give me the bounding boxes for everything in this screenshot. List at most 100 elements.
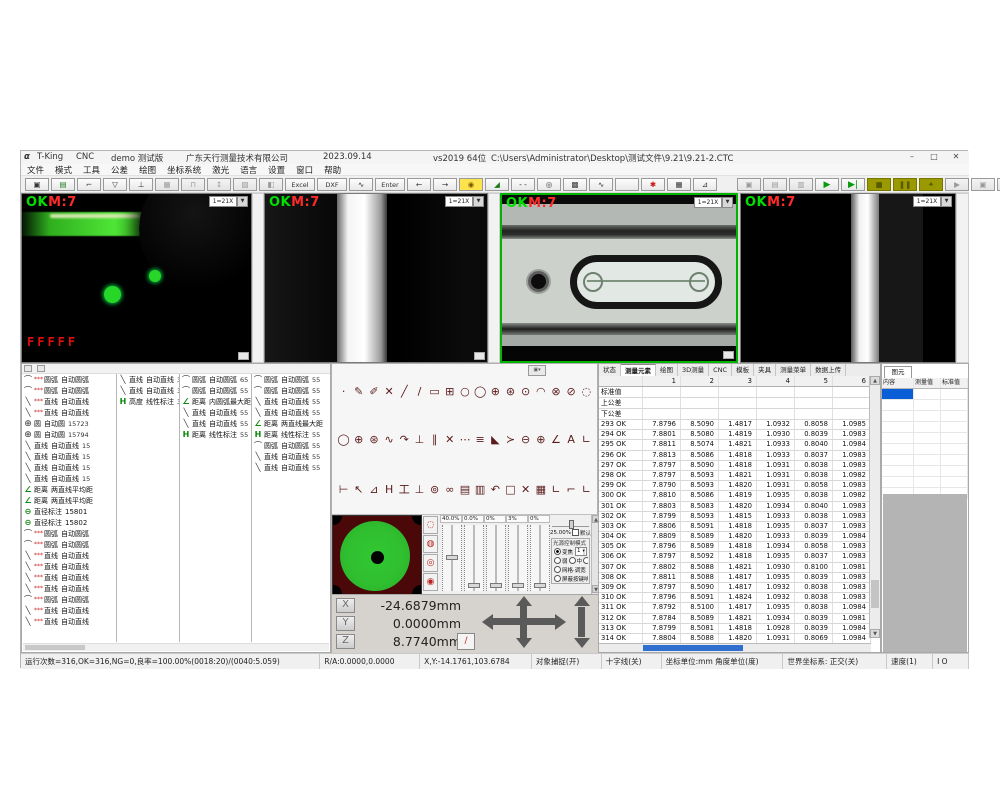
list-item[interactable]: H距离线性标注55 [252, 429, 331, 440]
tab-CNC[interactable]: CNC [709, 364, 732, 376]
list-item[interactable]: ╲直线自动直线15 [22, 473, 116, 484]
measure-tool-icon[interactable]: ↶ [488, 483, 503, 496]
table-row[interactable]: 301 OK7.88038.50831.48201.09340.80401.09… [599, 502, 871, 512]
measure-tool-icon[interactable]: ⊿ [366, 483, 381, 496]
list-item[interactable]: ╲直线自动直线15 [22, 440, 116, 451]
measure-tool-icon[interactable]: H [382, 483, 397, 496]
chart-button[interactable]: ⊿ [693, 178, 717, 191]
camera-view-4[interactable]: OKM:7 1=21X▼ [740, 193, 956, 363]
measure-tool-icon[interactable]: · [336, 385, 351, 398]
list-item[interactable]: ⊕圆自动圆15723 [22, 418, 116, 429]
light-mode-button[interactable]: ◉ [423, 573, 438, 591]
grid-width-radio[interactable] [554, 566, 561, 573]
list-item[interactable]: ⌒圆弧自动圆弧65 [180, 374, 251, 385]
measure-tool-icon[interactable]: ⋯ [457, 433, 472, 446]
grid-button[interactable]: ▦ [667, 178, 691, 191]
camera4-zoom-select[interactable]: 1=21X [913, 196, 941, 207]
curve-button[interactable]: ∿ [349, 178, 373, 191]
table-row[interactable]: 304 OK7.88098.50891.48201.09330.80391.09… [599, 532, 871, 542]
table-row[interactable]: 306 OK7.87978.50921.48181.09350.80371.09… [599, 552, 871, 562]
slider-thumb[interactable] [446, 555, 458, 560]
z-jog-control[interactable] [575, 609, 587, 635]
camera-scrollbar-strip[interactable] [252, 193, 264, 363]
zoom-radio[interactable] [554, 548, 561, 555]
slider-track[interactable] [486, 525, 506, 591]
measure-tool-icon[interactable]: ∠ [548, 433, 563, 446]
measure-tool-icon[interactable]: ∥ [427, 433, 442, 446]
camera1-zoom-dropdown-icon[interactable]: ▼ [237, 196, 248, 207]
tab-测量元素[interactable]: 测量元素 [621, 364, 656, 376]
list-item[interactable]: ╲直线自动直线55 [180, 407, 251, 418]
list-item[interactable]: ⌒***圆弧自动圆弧 [22, 374, 116, 385]
measure-tool-icon[interactable]: ⊖ [518, 433, 533, 446]
list-item[interactable]: ╲***直线自动直线 [22, 605, 116, 616]
measure-tool-icon[interactable]: ▭ [427, 385, 442, 398]
primitive-row[interactable] [882, 433, 968, 444]
primitive-row[interactable] [882, 477, 968, 488]
light-channel-slider[interactable]: 0% [484, 515, 506, 595]
table-row[interactable]: 293 OK7.87968.50901.48171.09320.80581.09… [599, 420, 871, 430]
save3-button[interactable]: ▣ [971, 178, 995, 191]
measure-tool-icon[interactable]: ◌ [579, 385, 594, 398]
list-item[interactable]: ⌒圆弧自动圆弧55 [252, 440, 331, 451]
menu-item[interactable]: 坐标系统 [167, 164, 201, 176]
light-channel-slider[interactable]: 0.0% [462, 515, 484, 595]
pause-button[interactable]: ❚❚ [893, 178, 917, 191]
menu-item[interactable]: 帮助 [324, 164, 341, 176]
mesh-button[interactable]: ▩ [563, 178, 587, 191]
list-item[interactable]: ╲直线自动直线34 [117, 385, 179, 396]
light-channel-slider[interactable]: 3% [506, 515, 528, 595]
dashed-line-button[interactable]: ⌐ [77, 178, 101, 191]
measure-tool-icon[interactable]: ↷ [397, 433, 412, 446]
table-row[interactable]: 300 OK7.88108.50861.48191.09350.80381.09… [599, 491, 871, 501]
measure-tool-icon[interactable]: / [412, 385, 427, 398]
list-item[interactable]: ⌒圆弧自动圆弧55 [252, 374, 331, 385]
list-item[interactable]: ∠距离两直线最大距 [252, 418, 331, 429]
table-row[interactable]: 296 OK7.88138.50861.48181.09330.80371.09… [599, 451, 871, 461]
list-item[interactable]: ╲直线自动直线55 [252, 462, 331, 473]
palette-mini-button[interactable]: ▣▾ [528, 365, 546, 376]
mask-keys-radio[interactable] [554, 575, 561, 582]
camera3-zoom-dropdown-icon[interactable]: ▼ [722, 197, 733, 208]
measure-tool-icon[interactable]: ⊛ [503, 385, 518, 398]
list-item[interactable]: ∠距离两直线平均距 [22, 484, 116, 495]
tab-夹具[interactable]: 夹具 [754, 364, 776, 376]
arrow-right-button[interactable]: → [433, 178, 457, 191]
level-select[interactable]: 1▾ [575, 547, 587, 556]
ring-light-widget[interactable] [332, 515, 422, 595]
level-weak-radio[interactable] [554, 557, 561, 564]
measure-tool-icon[interactable]: ⌐ [564, 483, 579, 496]
measure-tool-icon[interactable]: ⊛ [366, 433, 381, 446]
camera-scrollbar-strip[interactable] [488, 193, 500, 363]
xy-jog-control[interactable] [482, 609, 566, 635]
measure-tool-icon[interactable]: ✕ [382, 385, 397, 398]
measure-tool-icon[interactable]: ∿ [382, 433, 397, 446]
camera2-zoom-select[interactable]: 1=21X [445, 196, 473, 207]
wave-button[interactable]: ∿ [589, 178, 613, 191]
menu-item[interactable]: 工具 [83, 164, 100, 176]
light-bulb-button[interactable]: ◉ [459, 178, 483, 191]
list-item[interactable]: ∠距离内圆弧最大距 [180, 396, 251, 407]
play-to-end-button[interactable]: ▶| [841, 178, 865, 191]
table-row[interactable]: 312 OK7.87848.50891.48211.09340.80391.09… [599, 614, 871, 624]
list-item[interactable]: ╲直线自动直线55 [252, 451, 331, 462]
menu-item[interactable]: 文件 [27, 164, 44, 176]
camera1-zoom-select[interactable]: 1=21X [209, 196, 237, 207]
slider-thumb[interactable] [490, 583, 502, 588]
minus-minus-button[interactable]: - - [511, 178, 535, 191]
list-item[interactable]: ╲直线自动直线15 [22, 451, 116, 462]
zoom-button[interactable]: ◎ [537, 178, 561, 191]
diagonal-move-button[interactable]: ∕ [457, 633, 475, 650]
tab-3D测量[interactable]: 3D测量 [678, 364, 709, 376]
measure-tool-icon[interactable]: ◯ [336, 433, 351, 446]
light-mode-button[interactable]: ◍ [423, 535, 438, 553]
run-button[interactable]: ✦ [919, 178, 943, 191]
camera-view-1[interactable]: FFFFF OKM:7 1=21X▼ [21, 193, 252, 363]
tab-数据上传[interactable]: 数据上传 [811, 364, 846, 376]
slider-thumb[interactable] [569, 520, 574, 529]
table-row[interactable]: 294 OK7.88018.50801.48191.09300.80391.09… [599, 430, 871, 440]
measure-tool-icon[interactable]: ⊕ [488, 385, 503, 398]
spec-row[interactable]: 下公差 [599, 409, 871, 420]
list-item[interactable]: ╲***直线自动直线 [22, 407, 116, 418]
menu-item[interactable]: 设置 [268, 164, 285, 176]
